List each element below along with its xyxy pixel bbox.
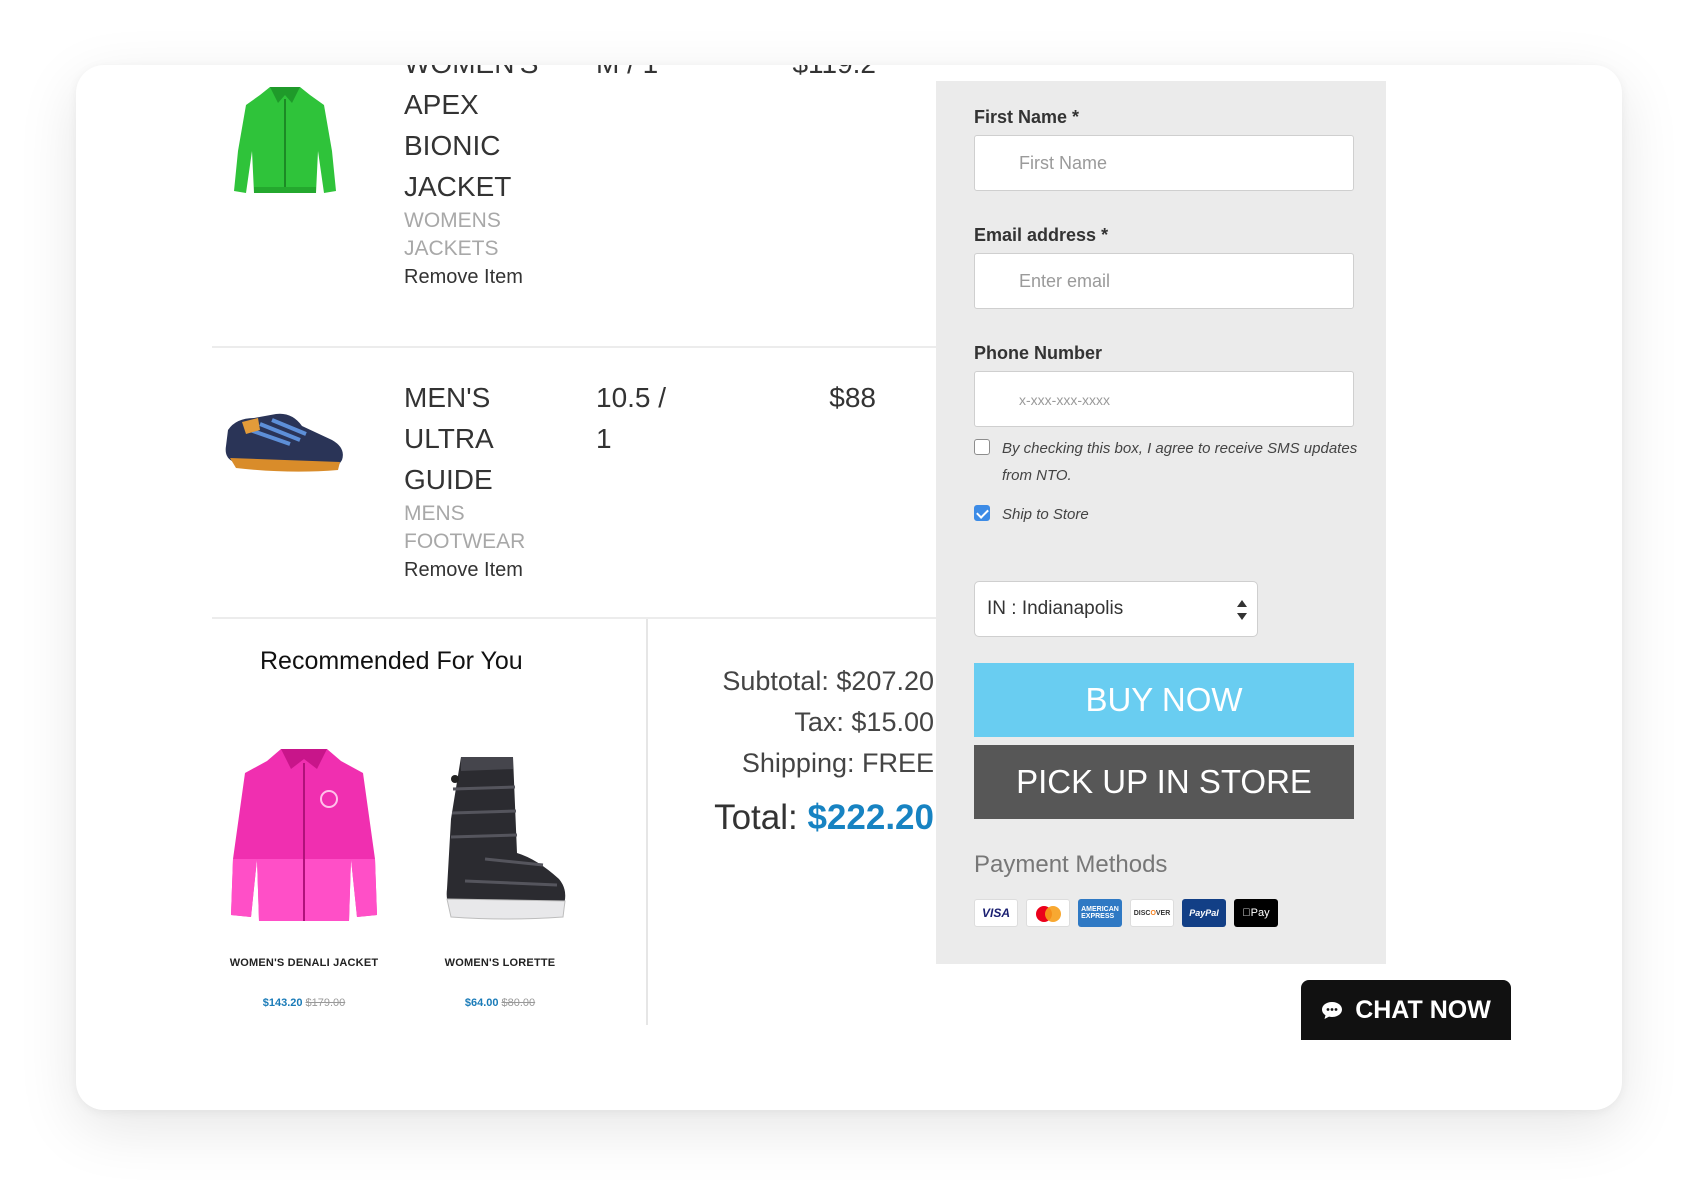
- first-name-input[interactable]: [974, 135, 1354, 191]
- item-name-line: WOMEN'S: [404, 65, 554, 84]
- sms-opt-in-label: By checking this box, I agree to receive…: [1002, 440, 1358, 484]
- item-category-line: MENS: [404, 502, 465, 525]
- recommended-product-name[interactable]: WOMEN'S LORETTE: [410, 957, 590, 969]
- first-name-label: First Name *: [974, 107, 1080, 127]
- original-price: $80.00: [501, 997, 536, 1009]
- item-size: M / 1: [596, 65, 686, 84]
- cart-item: WOMEN'S APEX BIONIC JACKET WOMENS JACKET…: [212, 65, 940, 348]
- email-input[interactable]: [974, 253, 1354, 309]
- item-category: MENS FOOTWEAR: [404, 500, 554, 556]
- discover-icon: DISC O VER: [1130, 899, 1174, 927]
- payment-methods: VISA AMERICANEXPRESS DISCOVER PayPal Pa…: [974, 899, 1278, 927]
- store-select[interactable]: IN : Indianapolis: [974, 581, 1258, 637]
- select-arrows-icon: [1237, 598, 1247, 622]
- sms-opt-in-row: By checking this box, I agree to receive…: [974, 435, 1374, 489]
- mastercard-icon: [1026, 899, 1070, 927]
- item-category: WOMENS JACKETS: [404, 207, 554, 263]
- recommended-product-price: $143.20 $179.00: [214, 997, 394, 1009]
- pink-fleece-jacket-image[interactable]: [214, 729, 394, 929]
- phone-label: Phone Number: [974, 343, 1103, 363]
- item-name-line: MEN'S: [404, 382, 491, 413]
- sale-price: $143.20: [262, 997, 303, 1009]
- total-value: $222.20: [807, 798, 934, 837]
- recommended-product-name[interactable]: WOMEN'S DENALI JACKET: [214, 957, 394, 969]
- recommended-product[interactable]: WOMEN'S DENALI JACKET $143.20 $179.00: [214, 729, 394, 1009]
- recommended-section: Recommended For You WOMEN'S DENALI JACKE…: [212, 619, 648, 1025]
- item-name: MEN'S ULTRA GUIDE MENS FOOTWEAR Remove I…: [404, 377, 554, 584]
- ship-to-store-checkbox[interactable]: [974, 505, 990, 521]
- chat-bubble-icon: [1322, 1001, 1343, 1019]
- subtotal: Subtotal: $207.20: [722, 666, 934, 696]
- item-category-line: WOMENS: [404, 209, 501, 232]
- item-name-line: ULTRA: [404, 423, 494, 454]
- item-size-line: 10.5 /: [596, 382, 667, 413]
- item-category-line: FOOTWEAR: [404, 530, 526, 553]
- item-name: WOMEN'S APEX BIONIC JACKET WOMENS JACKET…: [404, 65, 554, 291]
- black-boot-image[interactable]: [410, 729, 590, 929]
- shipping: Shipping: FREE: [741, 748, 934, 778]
- phone-input[interactable]: [974, 371, 1354, 427]
- recommended-title: Recommended For You: [260, 647, 523, 675]
- item-size: 10.5 / 1: [596, 377, 686, 459]
- recommended-product[interactable]: WOMEN'S LORETTE $64.00 $80.00: [410, 729, 590, 1009]
- chat-now-label: CHAT NOW: [1355, 995, 1491, 1024]
- checkout-page: WOMEN'S APEX BIONIC JACKET WOMENS JACKET…: [76, 65, 1622, 1110]
- green-jacket-image: [220, 81, 350, 206]
- order-total: Total: $222.20: [650, 792, 934, 844]
- order-totals: Subtotal: $207.20 Tax: $15.00 Shipping: …: [650, 619, 934, 844]
- original-price: $179.00: [305, 997, 346, 1009]
- item-price: $119.2: [792, 65, 876, 84]
- sms-opt-in-checkbox[interactable]: [974, 439, 990, 455]
- chat-now-button[interactable]: CHAT NOW: [1301, 980, 1511, 1040]
- store-select-value: IN : Indianapolis: [987, 598, 1124, 619]
- item-name-line: GUIDE: [404, 464, 493, 495]
- tax: Tax: $15.00: [794, 707, 934, 737]
- trail-shoe-image: [220, 400, 350, 485]
- ship-to-store-row: Ship to Store: [974, 501, 1374, 528]
- cart-item: MEN'S ULTRA GUIDE MENS FOOTWEAR Remove I…: [212, 348, 940, 619]
- item-category-line: JACKETS: [404, 237, 499, 260]
- pick-up-in-store-button[interactable]: PICK UP IN STORE: [974, 745, 1354, 819]
- sale-price: $64.00: [464, 997, 499, 1009]
- amex-icon: AMERICAN EXPRESS: [1078, 899, 1122, 927]
- buy-now-button[interactable]: BUY NOW: [974, 663, 1354, 737]
- paypal-icon: PayPal: [1182, 899, 1226, 927]
- visa-icon: VISA: [974, 899, 1018, 927]
- item-size-line: 1: [596, 423, 612, 454]
- recommended-product-price: $64.00 $80.00: [410, 997, 590, 1009]
- item-name-line: APEX: [404, 89, 479, 120]
- remove-item-link[interactable]: Remove Item: [404, 263, 554, 291]
- checkout-panel: First Name * Email address * Phone Numbe…: [936, 81, 1386, 964]
- payment-methods-title: Payment Methods: [974, 851, 1168, 878]
- ship-to-store-label: Ship to Store: [1002, 506, 1089, 523]
- item-name-line: JACKET: [404, 171, 512, 202]
- total-label: Total:: [714, 798, 798, 837]
- remove-item-link[interactable]: Remove Item: [404, 556, 554, 584]
- item-size-line: M / 1: [596, 65, 686, 84]
- apple-pay-icon: Pay: [1234, 899, 1278, 927]
- item-price: $88: [829, 382, 876, 413]
- item-name-line: BIONIC: [404, 130, 501, 161]
- email-label: Email address *: [974, 225, 1109, 245]
